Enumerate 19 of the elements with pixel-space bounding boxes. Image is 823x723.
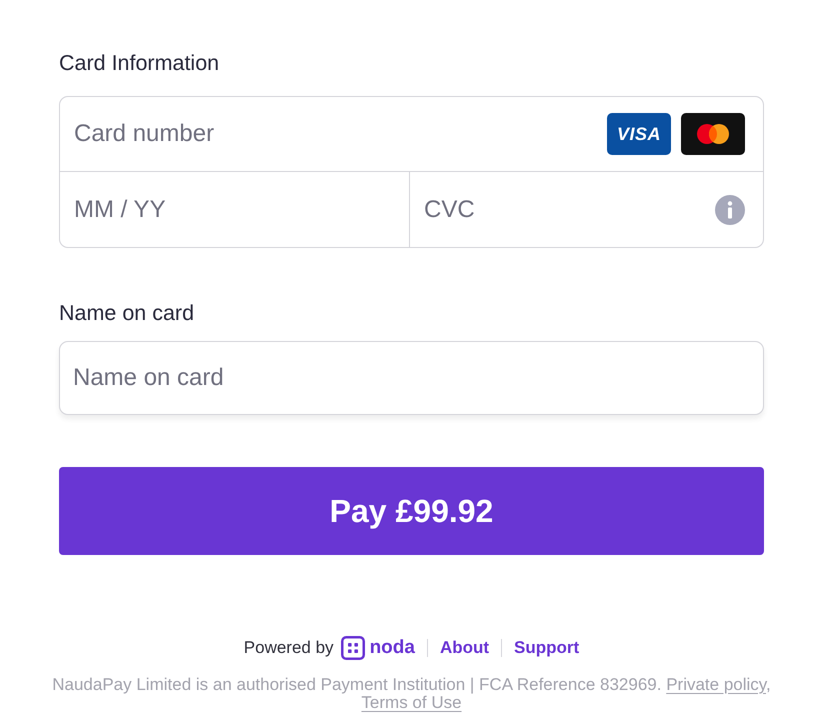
card-number-field[interactable]: Card number VISA — [59, 96, 764, 172]
expiry-field[interactable]: MM / YY — [59, 172, 410, 248]
name-on-card-field[interactable]: Name on card — [59, 341, 764, 415]
powered-by-text: Powered by — [244, 638, 334, 658]
info-icon[interactable] — [715, 194, 745, 224]
expiry-input[interactable]: MM / YY — [74, 190, 395, 230]
footer-link[interactable]: About — [440, 638, 490, 658]
brand-name: noda — [370, 637, 415, 659]
mastercard-logo-icon — [681, 113, 745, 155]
section-label: Card Information — [59, 50, 220, 76]
footer-link[interactable]: Support — [514, 638, 580, 658]
cvc-input[interactable]: CVC — [424, 190, 705, 230]
legal-notice: NaudaPay Limited is an authorised Payment Institution | FCA Reference 832969. Private policy, Terms of Use — [51, 676, 772, 712]
dots-square-logo-icon — [340, 636, 365, 660]
pay-button[interactable]: Pay £99.92 — [59, 467, 764, 555]
cvc-field[interactable]: CVC — [410, 172, 764, 248]
visa-card-logo: VISA — [607, 113, 671, 155]
card-number-input[interactable]: Card number — [74, 114, 597, 154]
field-label: Name on card — [59, 300, 194, 326]
